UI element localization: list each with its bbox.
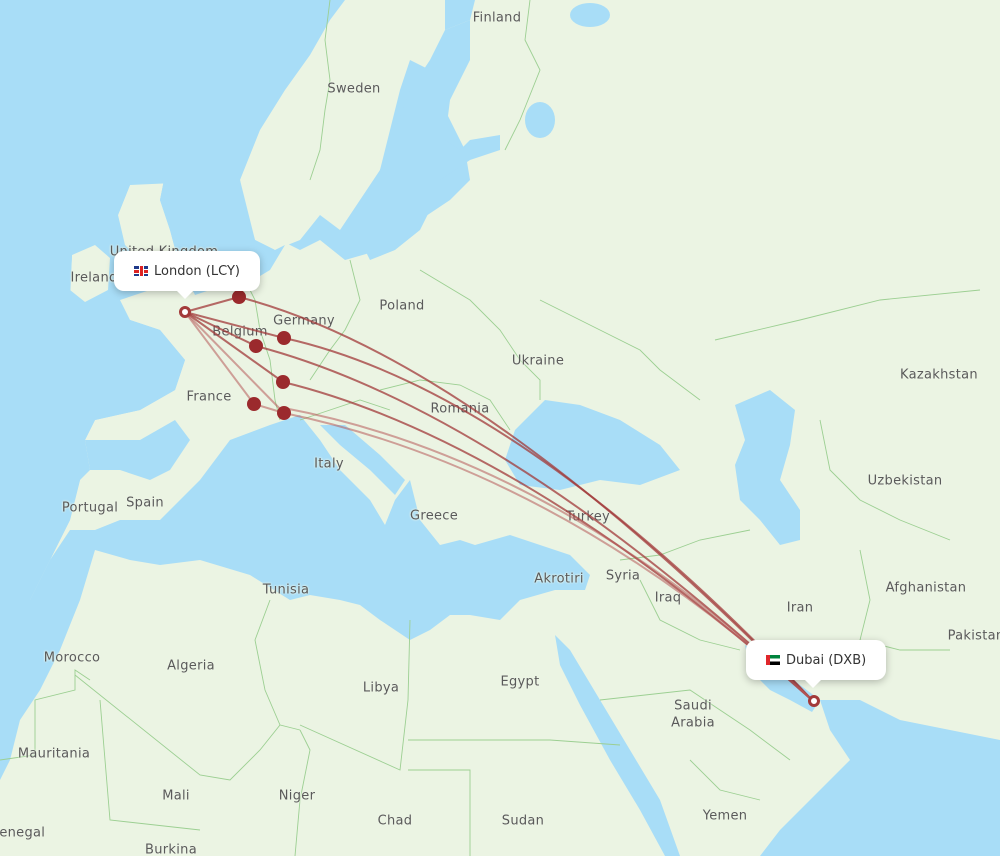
destination-label-text: Dubai (DXB)	[786, 652, 867, 668]
origin-airport-label[interactable]: London (LCY)	[114, 251, 260, 299]
destination-airport-label[interactable]: Dubai (DXB)	[746, 640, 887, 688]
origin-airport-marker[interactable]	[179, 306, 191, 318]
stopover-marker[interactable]	[277, 331, 291, 345]
route-line[interactable]	[184, 296, 240, 313]
flight-routes	[179, 290, 820, 707]
destination-airport-marker[interactable]	[808, 695, 820, 707]
route-line[interactable]	[184, 311, 257, 347]
route-line[interactable]	[184, 311, 284, 383]
route-line[interactable]	[184, 311, 255, 405]
route-map[interactable]: FinlandSwedenIrelandUnited KingdomPoland…	[0, 0, 1000, 856]
route-line[interactable]	[283, 337, 814, 702]
stopover-marker[interactable]	[232, 290, 246, 304]
origin-label-text: London (LCY)	[154, 263, 240, 279]
route-line[interactable]	[282, 381, 814, 702]
route-line[interactable]	[283, 407, 814, 702]
stopover-marker[interactable]	[247, 397, 261, 411]
route-line[interactable]	[184, 311, 285, 339]
route-line[interactable]	[283, 412, 814, 702]
stopover-marker[interactable]	[276, 375, 290, 389]
uk-flag-icon	[134, 266, 148, 276]
route-line[interactable]	[184, 311, 285, 414]
uae-flag-icon	[766, 655, 780, 665]
stopover-marker[interactable]	[249, 339, 263, 353]
stopover-marker[interactable]	[277, 406, 291, 420]
